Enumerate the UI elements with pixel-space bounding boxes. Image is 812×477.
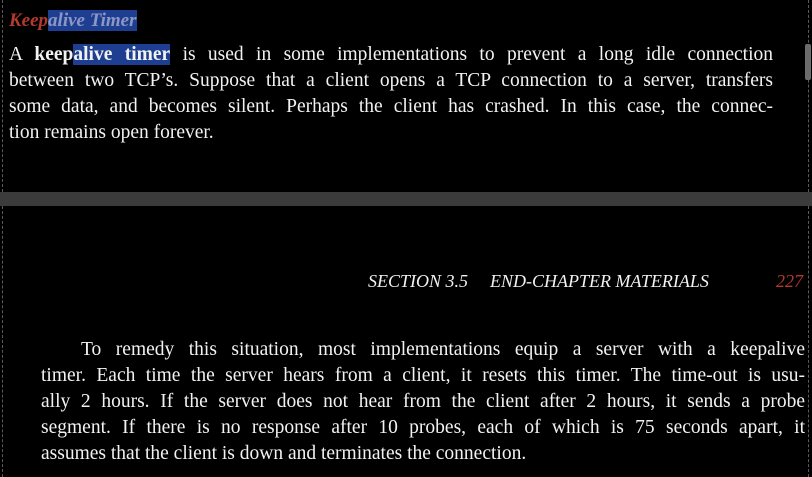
text-line: assumes that the client is down and term… [41,443,527,464]
page-edge-right [808,206,809,477]
page-edge-left [2,206,3,477]
text-line: between two TCP’s. Suppose that a client… [9,70,773,91]
text-line: timer. Each time the server hears from a… [41,365,805,386]
body-paragraph[interactable]: To remedy this situation, most implement… [41,337,805,467]
scrollbar-thumb[interactable] [805,44,811,80]
text-line: ally 2 hours. If the server does not hea… [41,391,805,412]
text-line: tion remains open forever. [9,122,214,143]
text-line: To remedy this situation, most implement… [81,339,805,360]
page-number: 227 [776,271,803,291]
text-line: segment. If there is no response after 1… [41,417,805,438]
page-separator [0,192,812,206]
running-header: SECTION 3.5 END-CHAPTER MATERIALS [368,269,709,293]
section-heading-plain: Keep [9,10,49,31]
body-paragraph[interactable]: A keepalive timer is used in some implem… [9,42,773,146]
header-title: END-CHAPTER MATERIALS [490,271,709,291]
text-line: some data, and becomes silent. Perhaps t… [9,96,773,117]
header-section: SECTION 3.5 [368,271,469,291]
search-highlight: alive timer [73,44,171,65]
text-line: A keepalive timer is used in some implem… [9,44,773,65]
page-edge-left [2,0,3,192]
search-highlight: alive Timer [48,10,137,31]
bold-term: keepalive timer [34,44,171,65]
page-edge-right [808,0,809,192]
document-page-top: Keepalive Timer A keepalive timer is use… [0,0,812,192]
section-heading[interactable]: Keepalive Timer [9,9,137,33]
